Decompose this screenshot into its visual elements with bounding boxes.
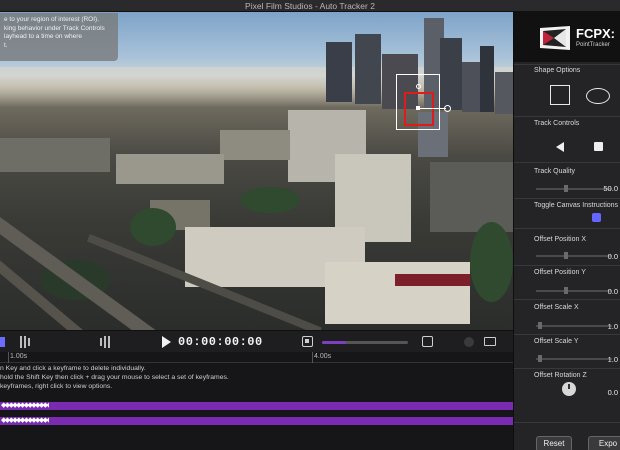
skyscraper <box>355 34 381 104</box>
apartment-block <box>325 262 470 324</box>
film-logo-icon <box>540 26 570 50</box>
canvas-instructions: e to your region of interest (ROI). king… <box>0 13 118 61</box>
ruler-label: 4.00s <box>314 353 332 360</box>
divider <box>514 116 620 117</box>
keyframe-track-x[interactable] <box>0 402 513 410</box>
instruction-line: t. <box>4 41 8 49</box>
window-title: Pixel Film Studios - Auto Tracker 2 <box>245 1 375 11</box>
mark-in-icon[interactable] <box>20 336 34 348</box>
offset-scale-y-value[interactable]: 1.0 <box>578 355 618 364</box>
timeline-hint: keyframes, right click to view options. <box>0 383 113 390</box>
track-quality-label: Track Quality <box>534 168 575 175</box>
toggle-canvas-label: Toggle Canvas Instructions <box>534 202 619 209</box>
record-icon[interactable] <box>464 337 474 347</box>
offset-scale-x-value[interactable]: 1.0 <box>578 322 618 331</box>
skyscraper <box>440 38 462 110</box>
camera-icon[interactable] <box>484 337 496 346</box>
roi-rotation-handle[interactable] <box>444 105 451 112</box>
mark-out-icon[interactable] <box>100 336 114 348</box>
brand-header: FCPX: PointTracker <box>514 12 620 62</box>
tree-cluster <box>470 222 513 302</box>
toggle-canvas-checkbox[interactable] <box>592 213 601 222</box>
tree-cluster <box>130 208 176 246</box>
divider <box>514 228 620 229</box>
slider-knob[interactable] <box>538 355 542 362</box>
transport-bar: 00:00:00:00 <box>0 330 513 352</box>
timeline-hint: n Key and click a keyframe to delete ind… <box>0 365 146 372</box>
play-icon[interactable] <box>162 336 171 348</box>
brand-title: FCPX: <box>576 26 615 41</box>
app-window: Pixel Film Studios - Auto Tracker 2 e to… <box>0 0 620 450</box>
export-button[interactable]: Expo <box>588 436 620 450</box>
slider-knob[interactable] <box>538 322 542 329</box>
skyscraper <box>495 72 513 114</box>
slider-knob[interactable] <box>564 287 568 294</box>
offset-position-x-label: Offset Position X <box>534 236 587 243</box>
track-quality-value[interactable]: 50.0 <box>578 184 618 193</box>
divider <box>514 162 620 163</box>
skyscraper <box>326 42 352 102</box>
inspector-panel: FCPX: PointTracker Shape Options Track C… <box>513 12 620 450</box>
offset-position-x-value[interactable]: 0.0 <box>578 252 618 261</box>
offset-scale-y-label: Offset Scale Y <box>534 338 579 345</box>
title-bar: Pixel Film Studios - Auto Tracker 2 <box>0 0 620 12</box>
ruler-tick <box>8 352 9 363</box>
rotation-dial-icon[interactable] <box>562 382 576 396</box>
in-point-marker[interactable] <box>0 337 5 347</box>
timeline-hint: hold the Shift Key then click + drag you… <box>0 374 229 381</box>
track-controls-label: Track Controls <box>534 120 580 127</box>
apartment-roof <box>395 274 470 286</box>
ruler-tick <box>312 352 313 363</box>
building <box>0 138 110 172</box>
track-stop-icon[interactable] <box>594 142 603 151</box>
divider <box>514 64 620 65</box>
divider <box>514 265 620 266</box>
building <box>430 162 513 232</box>
building <box>220 130 290 160</box>
keyframe-markers[interactable]: ◆◆◆◆◆◆◆◆◆◆◆◆◆◆◆◆ <box>1 417 49 425</box>
fullscreen-icon[interactable] <box>422 336 433 347</box>
building <box>116 154 224 184</box>
skyscraper <box>462 62 482 112</box>
offset-position-y-value[interactable]: 0.0 <box>578 287 618 296</box>
roi-handle-line <box>420 108 446 109</box>
roi-top-handle[interactable] <box>416 84 421 89</box>
skyscraper <box>480 46 494 112</box>
loop-toggle-icon[interactable] <box>302 336 313 347</box>
instruction-line: e to your region of interest (ROI). <box>4 16 100 23</box>
divider <box>514 334 620 335</box>
keyframe-track-y[interactable] <box>0 417 513 425</box>
divider <box>514 422 620 423</box>
tree-cluster <box>240 187 300 213</box>
slider-knob[interactable] <box>564 252 568 259</box>
reset-button[interactable]: Reset <box>536 436 572 450</box>
ellipse-shape-icon[interactable] <box>586 88 610 104</box>
ruler-label: 1.00s <box>10 353 28 360</box>
timecode-display: 00:00:00:00 <box>178 335 263 349</box>
shape-options-label: Shape Options <box>534 67 581 74</box>
instruction-line: layhead to a time on where <box>4 33 83 40</box>
offset-position-y-label: Offset Position Y <box>534 269 586 276</box>
divider <box>514 299 620 300</box>
time-ruler[interactable]: 1.00s 4.00s <box>0 352 513 363</box>
brand-subtitle: PointTracker <box>576 42 610 48</box>
timeline[interactable]: 1.00s 4.00s n Key and click a keyframe t… <box>0 352 513 450</box>
offset-rotation-z-value[interactable]: 0.0 <box>578 388 618 397</box>
instruction-line: king behavior under Track Controls <box>4 24 105 32</box>
divider <box>514 198 620 199</box>
divider <box>514 368 620 369</box>
square-shape-icon[interactable] <box>550 85 570 105</box>
offset-scale-x-label: Offset Scale X <box>534 304 579 311</box>
offset-rotation-z-label: Offset Rotation Z <box>534 372 587 379</box>
scrub-slider-fill <box>322 341 347 344</box>
keyframe-markers[interactable]: ◆◆◆◆◆◆◆◆◆◆◆◆◆◆◆◆ <box>1 402 49 410</box>
track-backward-icon[interactable] <box>556 142 564 152</box>
slider-knob[interactable] <box>564 185 568 192</box>
